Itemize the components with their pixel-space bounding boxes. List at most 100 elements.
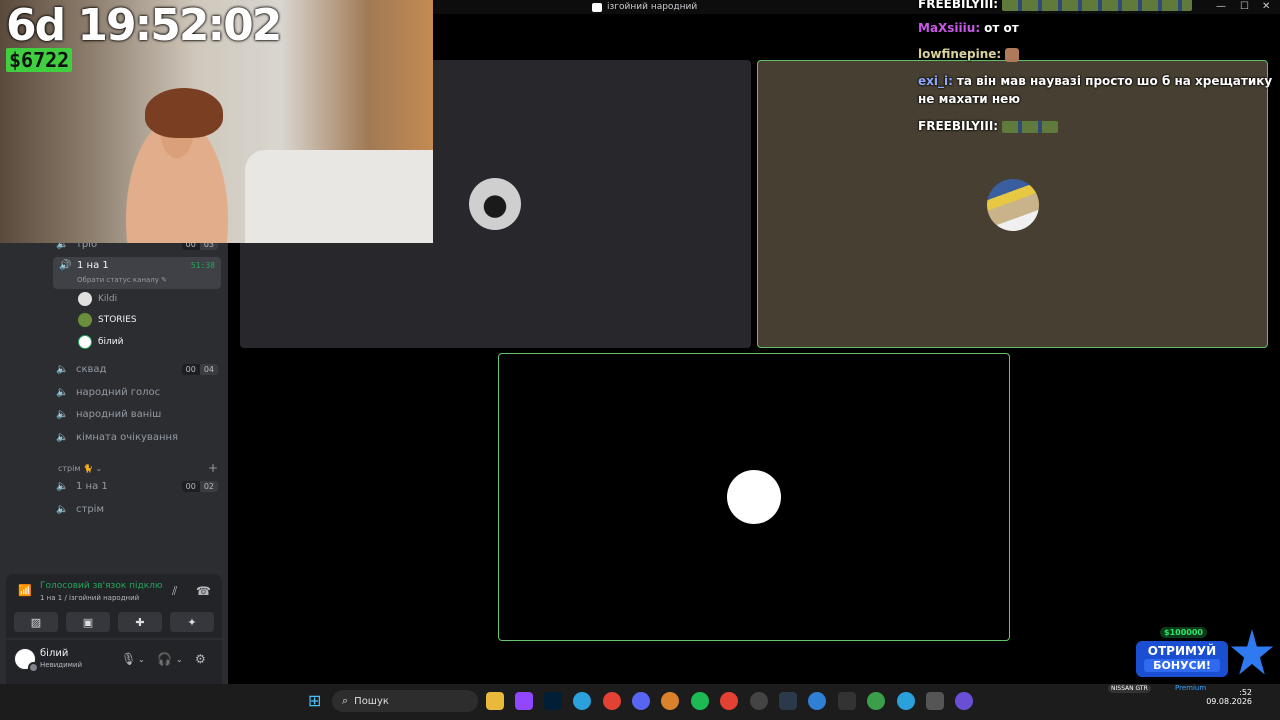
chat-username: lowfinepine: <box>918 47 1002 61</box>
chat-message: exi_i: та він мав наувазі просто шо б на … <box>918 72 1273 90</box>
donation-total: $6722 <box>6 48 73 72</box>
voice-channel-path[interactable]: 1 на 1 / ізгойний народний <box>40 594 139 602</box>
window-title-text: ізгойний народний <box>607 2 698 12</box>
count-current: 00 <box>181 480 200 492</box>
chat-message: FREEBILYIII: <box>918 0 1193 13</box>
terminal-icon[interactable] <box>838 692 856 710</box>
channel-skvad[interactable]: 🔈 сквад 00 04 <box>56 358 224 380</box>
bed-image <box>245 150 433 243</box>
avatar <box>727 470 781 524</box>
emote-face-icon <box>1005 47 1020 62</box>
channel-waiting-room[interactable]: 🔈 кімната очікування <box>56 426 224 448</box>
gear-icon[interactable]: ⚙ <box>195 652 206 666</box>
voice-actions: ▨ ▣ ✚ ✦ <box>6 612 222 634</box>
file-explorer-icon[interactable] <box>486 692 504 710</box>
app-icon[interactable] <box>661 692 679 710</box>
speaker-icon: 🔈 <box>56 408 69 420</box>
close-button[interactable]: ✕ <box>1262 0 1270 14</box>
noise-suppression-icon[interactable]: ⫽ <box>172 584 177 599</box>
channel-stream[interactable]: 🔈 стрім <box>56 498 224 520</box>
windows-start-icon[interactable]: ⊞ <box>308 691 321 710</box>
maximize-button[interactable]: ☐ <box>1240 0 1249 14</box>
ad-line-1: ОТРИМУЙ <box>1147 644 1217 658</box>
channel-label: сквад <box>76 363 107 375</box>
signal-icon: 📶 <box>18 584 32 597</box>
channel-status-link[interactable]: Обрати статус каналу ✎ <box>77 276 167 284</box>
count-limit: 04 <box>199 363 218 375</box>
member-biliy[interactable]: білий <box>78 333 124 351</box>
obs-icon[interactable] <box>750 692 768 710</box>
user-count: 00 04 <box>181 363 218 375</box>
speaker-icon: 🔈 <box>56 431 69 443</box>
telegram-icon[interactable] <box>897 692 915 710</box>
star-logo-icon <box>1230 629 1274 675</box>
count-limit: 02 <box>199 480 218 492</box>
chat-username: exi_i: <box>918 74 953 88</box>
member-kildi[interactable]: Kildi <box>78 290 117 308</box>
subathon-timer: 6d 19:52:02 <box>6 0 282 51</box>
avatar <box>987 179 1039 231</box>
tray-car-badge[interactable]: NISSAN GTR <box>1108 684 1151 693</box>
chrome-profile-icon[interactable] <box>867 692 885 710</box>
taskbar-search[interactable]: ⌕ Пошук <box>332 690 478 712</box>
chrome-icon[interactable] <box>603 692 621 710</box>
chat-message: FREEBILYIII: <box>918 117 1059 135</box>
twitch-icon[interactable] <box>515 692 533 710</box>
channel-narodniy-vanish[interactable]: 🔈 народний ваніш <box>56 403 224 425</box>
streamer-hair <box>145 88 223 138</box>
chat-username: FREEBILYIII: <box>918 0 999 11</box>
tray-premium[interactable]: Premium <box>1175 684 1206 692</box>
soundboard-button[interactable]: ✦ <box>170 612 214 632</box>
channel-label: кімната очікування <box>76 431 179 443</box>
channel-narodniy-holos[interactable]: 🔈 народний голос <box>56 381 224 403</box>
app-icon <box>592 2 602 12</box>
member-stories[interactable]: STORIES <box>78 311 137 329</box>
category-stream[interactable]: стрім 🐈 ⌄ + <box>58 461 218 475</box>
channel-label: народний ваніш <box>76 408 162 420</box>
video-tile-biliy[interactable] <box>498 353 1010 641</box>
channel-label: 1 на 1 <box>76 480 108 492</box>
app-icon[interactable] <box>779 692 797 710</box>
media-player-icon[interactable] <box>955 692 973 710</box>
user-status: Невидимий <box>40 661 83 669</box>
channel-1na1-active[interactable]: 🔊 1 на 1 51:38 Обрати статус каналу ✎ <box>53 257 221 289</box>
member-name: Kildi <box>98 294 118 304</box>
ad-line-2: БОНУСИ! <box>1144 659 1220 672</box>
edge-icon[interactable] <box>808 692 826 710</box>
chat-text: та він мав наувазі просто шо б на хрещат… <box>956 74 1273 88</box>
search-placeholder: Пошук <box>354 695 389 707</box>
share-screen-button[interactable]: ▣ <box>66 612 110 632</box>
disconnect-icon[interactable]: ☎ <box>196 584 211 598</box>
user-name: білий <box>40 648 69 659</box>
chevron-down-icon[interactable]: ⌄ <box>176 655 183 664</box>
spotify-icon[interactable] <box>691 692 709 710</box>
chat-message: lowfinepine: <box>918 45 1020 63</box>
tray-widgets: NISSAN GTR Premium <box>1108 684 1206 693</box>
emote-strip-icon <box>1002 120 1059 133</box>
status-dot <box>28 662 39 673</box>
add-channel-button[interactable]: + <box>208 461 218 475</box>
avatar <box>78 313 92 327</box>
windows-taskbar: ⊞ ⌕ Пошук NISSAN GTR Premium :52 09.08.2… <box>0 684 1280 720</box>
speaker-icon: 🔈 <box>56 503 69 515</box>
avatar <box>78 292 92 306</box>
user-panel: білий Невидимий 🎙 ⌄ 🎧 ⌄ ⚙ <box>6 640 222 684</box>
chevron-down-icon[interactable]: ⌄ <box>138 655 145 664</box>
channel-label: 1 на 1 <box>77 260 109 271</box>
calculator-icon[interactable] <box>926 692 944 710</box>
chat-username: FREEBILYIII: <box>918 119 999 133</box>
speaker-icon: 🔈 <box>56 386 69 398</box>
telegram-icon[interactable] <box>573 692 591 710</box>
headphones-icon[interactable]: 🎧 <box>157 652 172 666</box>
clock[interactable]: :52 09.08.2026 <box>1206 688 1252 706</box>
discord-icon[interactable] <box>632 692 650 710</box>
photoshop-icon[interactable] <box>544 692 562 710</box>
channel-stream-1na1[interactable]: 🔈 1 на 1 00 02 <box>56 475 224 497</box>
microphone-icon[interactable]: 🎙 <box>121 652 136 666</box>
chrome-profile-icon[interactable] <box>720 692 738 710</box>
search-icon: ⌕ <box>342 694 349 707</box>
voice-status[interactable]: Голосовий зв'язок підклю <box>40 581 163 591</box>
camera-off-button[interactable]: ▨ <box>14 612 58 632</box>
activities-button[interactable]: ✚ <box>118 612 162 632</box>
minimize-button[interactable]: — <box>1216 0 1226 14</box>
